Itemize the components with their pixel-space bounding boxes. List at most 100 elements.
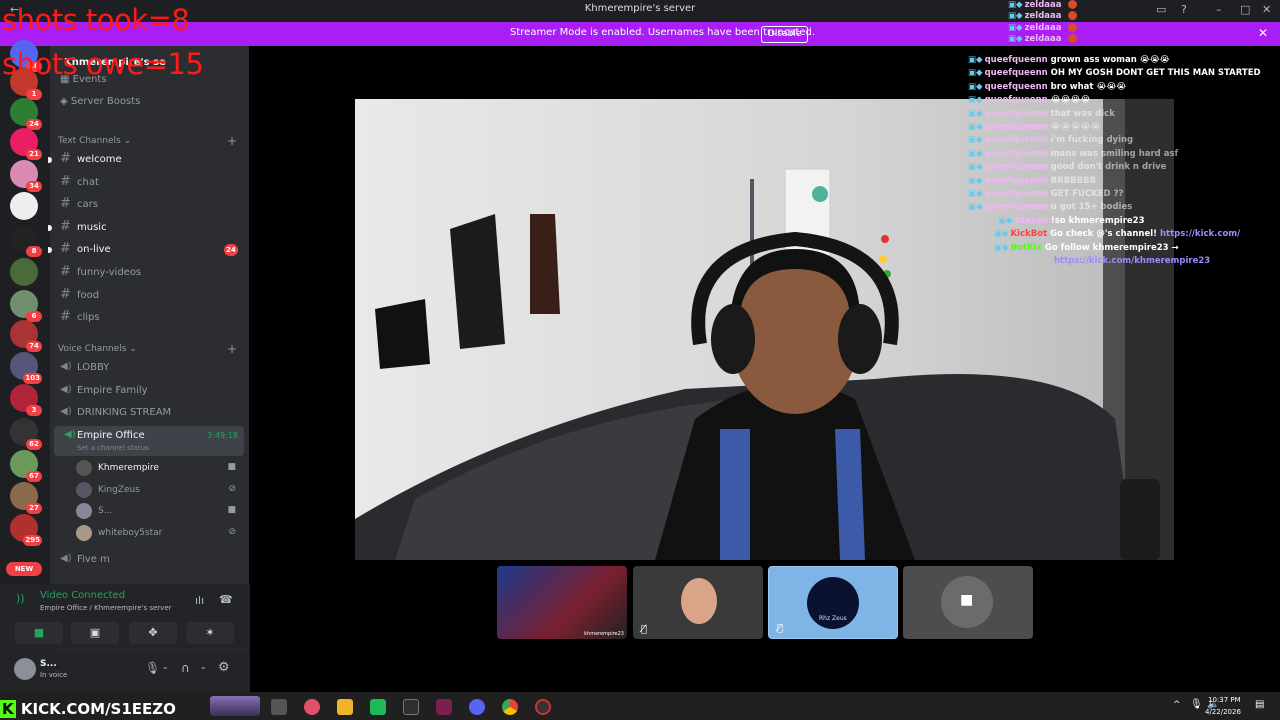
screen-share-button[interactable]: ▣ [71,622,119,644]
server-icon[interactable]: 62 [10,418,42,450]
text-channel-music[interactable]: # music [48,218,249,238]
app-icon[interactable] [370,699,386,715]
chat-text: Go follow khmerempire23 → [1044,242,1179,253]
connection-location: Empire Office / Khmerempire's server [40,604,172,612]
notification-icon[interactable]: ▤ [1255,699,1264,710]
microphone-icon[interactable]: 🎙 [1190,699,1203,710]
thumbnail-camera-off[interactable]: ■ [903,566,1033,639]
chevron-down-icon[interactable]: ⌄ [200,662,207,671]
chat-link[interactable]: https://kick.com/khmerempire23 [1054,256,1210,266]
chat-message: ▣◆ queefqueenn grown ass woman 😭😭😭 [968,55,1170,65]
server-icon[interactable] [10,258,38,286]
discord-icon[interactable] [469,699,485,715]
noise-suppression-icon[interactable]: ılı [195,594,204,607]
text-channel-cars[interactable]: # cars [50,195,249,215]
text-channel-chat[interactable]: # chat [50,173,249,193]
text-channel-food[interactable]: # food [50,286,249,306]
voice-channel[interactable]: ◀) DRINKING STREAM [50,403,249,423]
badge-icon: ▣◆ [994,242,1009,253]
chat-message: ▣◆ queefqueenn mans was smiling hard asf [968,149,1178,159]
obs-icon[interactable] [535,699,551,715]
chat-text: Go check @'s channel! [1050,229,1160,240]
chat-username: KickBot [1010,229,1051,240]
emote-icon [1068,11,1078,21]
speaker-icon: ◀) [64,429,76,440]
server-icon[interactable]: 27 [10,482,42,514]
voice-channel-empire-office[interactable]: ◀) Empire Office 3:49:18 Set a channel s… [54,426,244,456]
camera-button[interactable]: ■ [15,622,63,644]
gear-icon[interactable]: ⚙ [218,660,230,675]
chat-link[interactable]: https://kick.com/ [1160,229,1240,239]
badge-icon: ▣◆ [968,122,983,132]
headphones-icon[interactable]: ∩ [181,661,190,675]
text-channel-on-live[interactable]: # on-live 24 [48,240,249,260]
voice-channel-five-m[interactable]: ◀) Five m [50,550,249,570]
voice-user[interactable]: KingZeus ⊘ [76,480,246,500]
server-icon[interactable]: 8 [10,225,42,257]
chat-username: zeldaaa [1024,33,1065,44]
chevron-down-icon[interactable]: ⌄ [162,662,169,671]
chat-text: GET FUCKED ?? [1050,189,1124,199]
speaker-icon: ◀) [60,361,72,372]
text-channel-clips[interactable]: # clips [50,308,249,328]
chat-username: queefqueenn [984,122,1051,132]
server-icon[interactable]: 67 [10,450,42,482]
avatar[interactable] [14,658,36,680]
server-icon[interactable]: 24 [10,98,42,130]
server-icon[interactable] [10,192,38,220]
connection-status: Video Connected [40,590,126,601]
voice-user[interactable]: whiteboy5star ⊘ [76,523,246,543]
widget-thumbnail[interactable] [210,696,260,716]
text-channels-category[interactable]: Text Channels ⌄ + [58,134,237,148]
music-app-icon[interactable] [304,699,320,715]
voice-user[interactable]: Khmerempire ■ [76,458,246,478]
chat-message: ▣◆ BotRix Go follow khmerempire23 → [994,243,1179,253]
task-view-icon[interactable] [271,699,287,715]
clock-date[interactable]: 4/22/2026 [1205,708,1241,716]
clock-time[interactable]: 10:37 PM [1208,696,1241,704]
server-icon[interactable]: 34 [10,160,42,192]
microphone-icon[interactable]: 🎙 [145,661,160,675]
voice-channel[interactable]: ◀) LOBBY [50,358,249,378]
user-status: In voice [40,671,68,679]
add-channel-icon[interactable]: + [227,134,237,148]
server-icon[interactable]: 6 [10,290,42,322]
voice-channel[interactable]: ◀) Empire Family [50,381,249,401]
server-icon[interactable]: 103 [10,352,42,384]
badge-icon: ▣◆ [968,68,983,79]
server-icon[interactable]: 295 [10,514,42,546]
signal-icon: )) [16,592,25,605]
thumbnail-participant[interactable]: 🎙̸ [633,566,763,639]
channel-status[interactable]: Set a channel status [77,444,149,452]
thumbnail-kingzeus[interactable]: Rhz Zeus 🎙̸ [768,566,898,639]
chat-username: queefqueenn [984,68,1051,79]
chat-username: zeldaaa [1024,0,1065,10]
voice-user[interactable]: S... ■ [76,501,246,521]
tray-chevron-icon[interactable]: ^ [1173,700,1181,710]
voice-user-name: S... [98,506,113,516]
app-icon[interactable] [436,699,452,715]
badge-icon: ▣◆ [1008,22,1023,33]
unread-indicator [48,157,52,163]
channel-name: clips [77,312,100,324]
add-voice-channel-icon[interactable]: + [227,342,237,356]
avatar [76,503,92,519]
sidebar-item-server-boosts[interactable]: ◈ Server Boosts [60,96,140,107]
epic-games-icon[interactable] [403,699,419,715]
disable-button[interactable]: Disable [761,26,809,43]
text-channel-welcome[interactable]: # welcome [48,150,249,170]
disconnect-icon[interactable]: ☎ [219,593,233,606]
chat-message: ▣◆ queefqueenn GET FUCKED ?? [968,189,1123,199]
stream-preview [497,566,627,639]
text-channel-funny-videos[interactable]: # funny-videos [50,263,249,283]
activities-button[interactable]: ✥ [129,622,177,644]
chrome-icon[interactable] [502,699,518,715]
thumbnail-stream[interactable]: khmerempire23 [497,566,627,639]
voice-channels-category[interactable]: Voice Channels ⌄ + [58,342,237,356]
server-icon[interactable]: 3 [10,384,42,416]
soundboard-button[interactable]: ✶ [186,622,234,644]
server-icon[interactable]: 74 [10,320,42,352]
server-icon[interactable]: 21 [10,128,42,160]
file-explorer-icon[interactable] [337,699,353,715]
chat-message: ▣◆ queefqueenn that was dick [968,109,1115,119]
